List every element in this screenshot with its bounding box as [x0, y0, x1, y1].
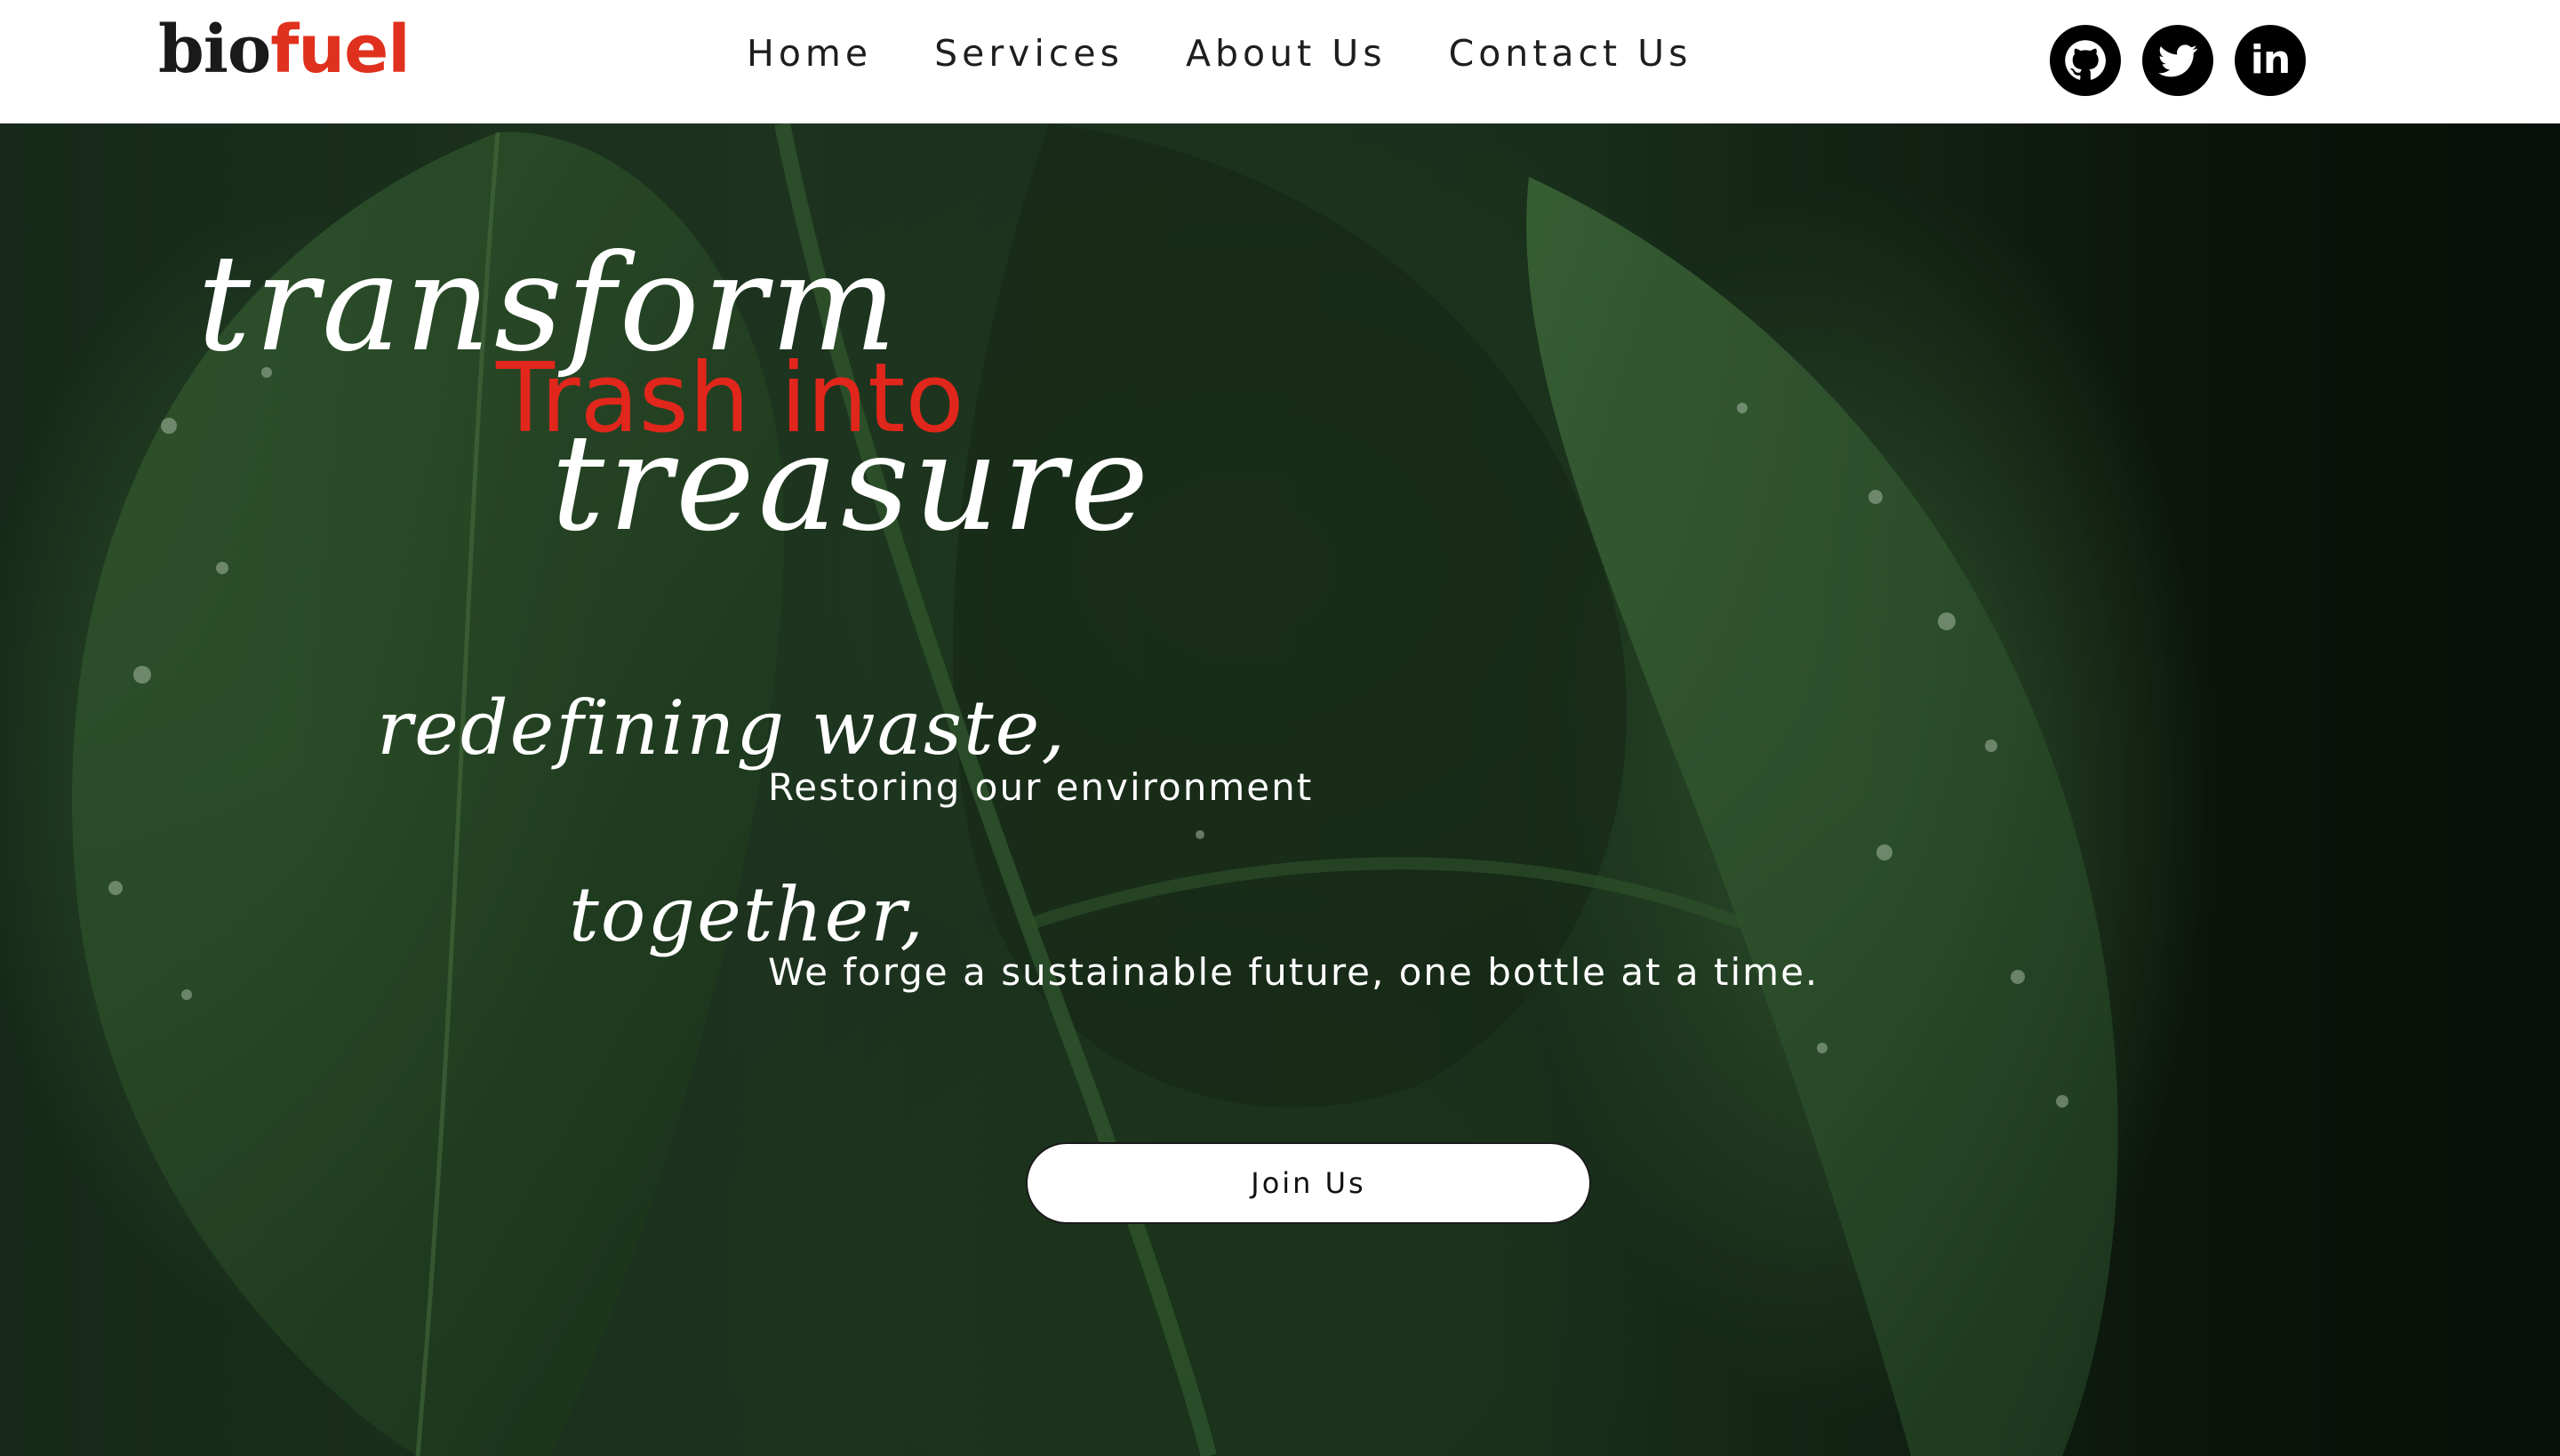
- github-button[interactable]: [2050, 25, 2121, 96]
- nav-contact-us-link[interactable]: Contact Us: [1449, 32, 1692, 75]
- logo-fuel-text: fuel: [270, 12, 410, 88]
- join-us-button[interactable]: Join Us: [1026, 1142, 1591, 1224]
- social-links: in: [2050, 25, 2306, 96]
- site-header: biofuel Home Services About Us Contact U…: [0, 0, 2560, 124]
- tagline-forge-text: We forge a sustainable future, one bottl…: [768, 950, 1820, 994]
- nav-about-us-link[interactable]: About Us: [1186, 32, 1387, 75]
- hero-section: transform Trash into treasure redefining…: [0, 124, 2560, 1456]
- twitter-button[interactable]: [2142, 25, 2213, 96]
- main-nav: Home Services About Us Contact Us: [747, 0, 1755, 107]
- biofuel-logo[interactable]: biofuel: [158, 5, 411, 94]
- github-icon: [2065, 40, 2106, 80]
- tagline-redefining-waste: redefining waste,: [377, 684, 1068, 772]
- tagline-restoring-text: Restoring our environment: [768, 765, 1314, 809]
- tagline-together: together,: [569, 871, 926, 958]
- linkedin-button[interactable]: in: [2235, 25, 2306, 96]
- logo-bio-text: bio: [158, 12, 271, 88]
- twitter-icon: [2158, 44, 2198, 77]
- nav-services-link[interactable]: Services: [934, 32, 1124, 75]
- hero-title-treasure: treasure: [551, 406, 1153, 561]
- linkedin-icon: in: [2250, 37, 2291, 83]
- nav-home-link[interactable]: Home: [747, 32, 872, 75]
